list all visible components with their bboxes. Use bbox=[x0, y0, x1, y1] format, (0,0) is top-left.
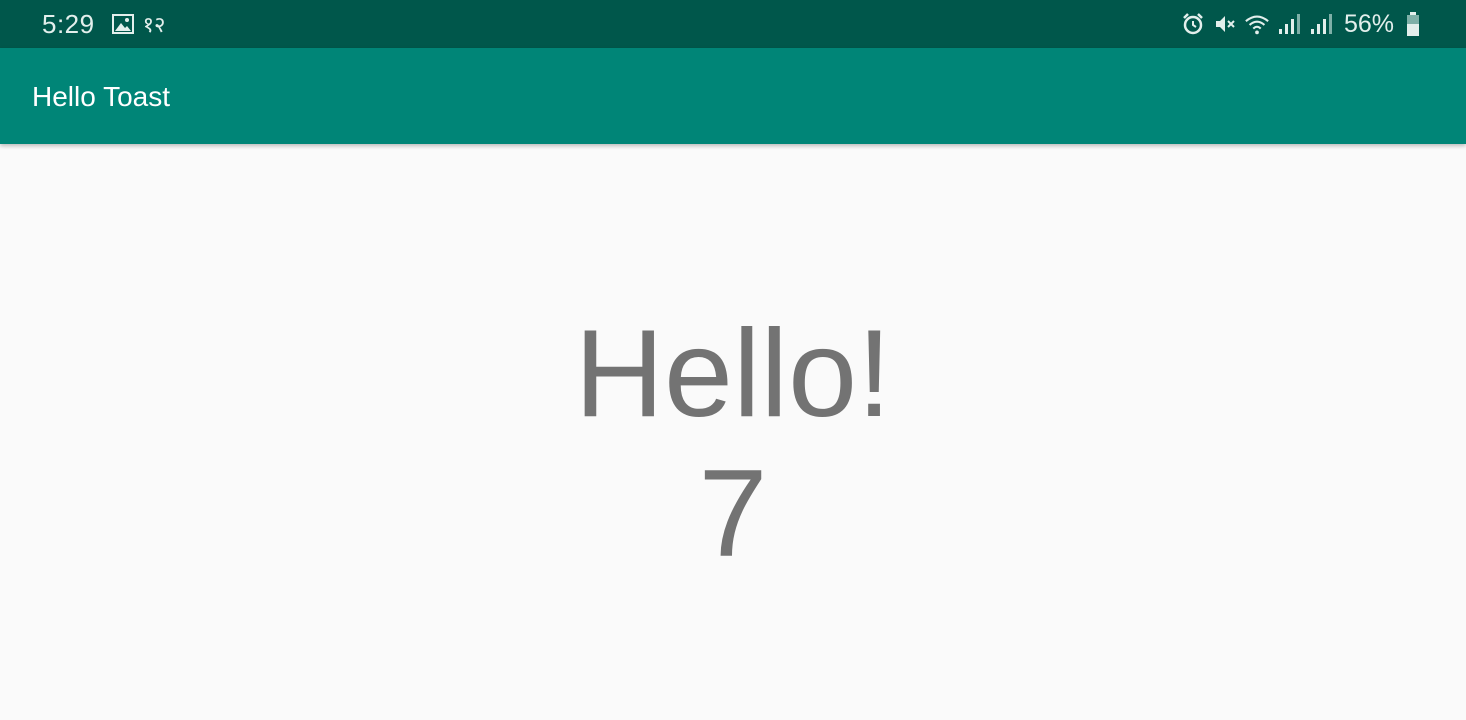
image-icon bbox=[111, 12, 135, 36]
status-bar: 5:29 १२ 56% bbox=[0, 0, 1466, 48]
signal-icon bbox=[1276, 11, 1302, 37]
mute-icon bbox=[1212, 11, 1238, 37]
status-left: 5:29 १२ bbox=[42, 0, 166, 48]
status-extra-text: १२ bbox=[142, 12, 166, 37]
hello-text: Hello! bbox=[574, 305, 892, 443]
count-text: 7 bbox=[698, 445, 768, 583]
battery-icon bbox=[1400, 11, 1426, 37]
status-right: 56% bbox=[1174, 0, 1426, 48]
battery-percent: 56% bbox=[1343, 9, 1394, 38]
main-content: Hello! 7 bbox=[0, 144, 1466, 720]
signal-icon bbox=[1308, 11, 1334, 37]
status-time: 5:29 bbox=[42, 8, 95, 39]
app-bar: Hello Toast bbox=[0, 48, 1466, 144]
wifi-icon bbox=[1244, 11, 1270, 37]
alarm-icon bbox=[1180, 11, 1206, 37]
app-title: Hello Toast bbox=[32, 81, 171, 112]
